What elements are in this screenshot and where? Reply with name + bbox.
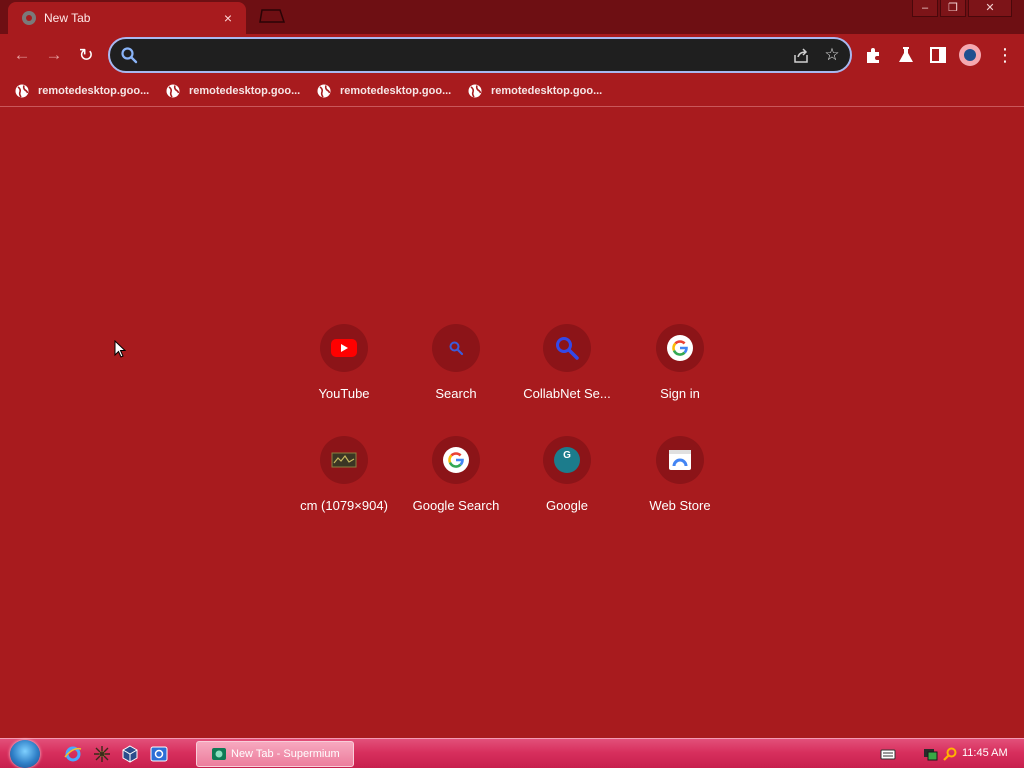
restore-button[interactable]: ❐ [940,0,966,17]
bookmark-label: remotedesktop.goo... [189,85,301,97]
web-store-icon [669,450,691,470]
tab-title: New Tab [44,11,91,25]
youtube-icon [331,339,357,357]
globe-icon [166,84,180,98]
bookmark-label: remotedesktop.goo... [38,85,150,97]
start-button[interactable] [10,740,40,768]
google-icon [443,447,469,473]
forward-button[interactable]: → [42,43,66,67]
bookmark-label: remotedesktop.goo... [340,85,452,97]
taskbar: New Tab - Supermium 11:45 AM [0,738,1024,768]
control-panel-icon[interactable] [150,745,168,763]
search-icon [449,341,464,356]
shortcut-icon-circle [543,324,591,372]
search-icon [556,337,579,360]
shortcut-label: Web Store [649,498,711,513]
address-input[interactable] [142,45,766,67]
back-button[interactable]: ← [10,43,34,67]
shortcut-label: Google Search [412,498,500,513]
extensions-icon[interactable] [864,45,884,65]
globe-icon [468,84,482,98]
close-button[interactable]: ✕ [968,0,1012,17]
virtualbox-icon[interactable] [121,745,139,763]
shortcut-icon-circle [320,436,368,484]
bookmarks-bar: remotedesktop.goo... remotedesktop.goo..… [0,76,1024,107]
bookmark-item[interactable]: remotedesktop.goo... [317,82,451,100]
globe-icon [317,84,331,98]
taskbar-task-supermium[interactable]: New Tab - Supermium [196,741,354,767]
app-launcher-icon[interactable] [93,745,111,763]
shortcut-label: CollabNet Se... [523,386,611,401]
shortcut-cm[interactable]: cm (1079×904) [288,436,400,540]
taskbar-clock[interactable]: 11:45 AM [962,747,1008,759]
shortcut-icon-circle [432,436,480,484]
shortcut-web-store[interactable]: Web Store [624,436,736,540]
task-label: New Tab - Supermium [231,748,340,760]
shortcut-icon-circle [656,324,704,372]
bookmark-label: remotedesktop.goo... [491,85,603,97]
profile-avatar[interactable] [959,44,981,66]
browser-toolbar: ← → ↻ ☆ ⋮ [0,34,1024,76]
menu-dots-icon[interactable]: ⋮ [996,44,1014,66]
internet-explorer-icon[interactable] [64,745,82,763]
bookmark-star-icon[interactable]: ☆ [822,45,842,65]
shortcut-label: Google [546,498,588,513]
shortcut-google-search[interactable]: Google Search [400,436,512,540]
tab-favicon-icon [22,11,36,25]
network-icon[interactable] [922,747,938,761]
side-panel-icon[interactable] [928,45,948,65]
shortcut-collabnet[interactable]: CollabNet Se... [511,324,623,428]
globe-icon [15,84,29,98]
supermium-icon [212,748,226,760]
bookmark-item[interactable]: remotedesktop.goo... [15,82,149,100]
mouse-cursor-icon [114,340,126,358]
thumbnail-icon [331,452,357,468]
shortcut-search[interactable]: Search [400,324,512,428]
labs-flask-icon[interactable] [896,45,916,65]
google-g-icon: G [554,447,580,473]
keyboard-icon[interactable] [880,747,896,761]
tab-new-tab[interactable]: New Tab × [8,2,246,34]
google-icon [667,335,693,361]
window-controls: ‒ ❐ ✕ [910,0,1012,17]
google-letter: G [563,450,571,461]
shortcut-sign-in[interactable]: Sign in [624,324,736,428]
shortcut-icon-circle [320,324,368,372]
shortcut-youtube[interactable]: YouTube [288,324,400,428]
shortcut-label: Sign in [660,386,700,401]
shortcut-label: Search [435,386,477,401]
share-icon[interactable] [792,47,810,65]
title-bar: New Tab × ‒ ❐ ✕ [0,0,1024,34]
bookmark-item[interactable]: remotedesktop.goo... [166,82,300,100]
shortcut-icon-circle [432,324,480,372]
minimize-button[interactable]: ‒ [912,0,938,17]
shortcut-icon-circle [656,436,704,484]
tab-close-icon[interactable]: × [220,10,236,26]
shortcut-google[interactable]: G Google [511,436,623,540]
omnibox[interactable]: ☆ [108,37,852,73]
search-tray-icon[interactable] [942,747,958,761]
shortcut-icon-circle: G [543,436,591,484]
reload-button[interactable]: ↻ [74,43,98,67]
new-tab-icon[interactable] [258,9,286,23]
search-icon [121,47,138,64]
bookmark-item[interactable]: remotedesktop.goo... [468,82,602,100]
shortcut-label: YouTube [318,386,370,401]
shortcut-label: cm (1079×904) [300,498,388,513]
